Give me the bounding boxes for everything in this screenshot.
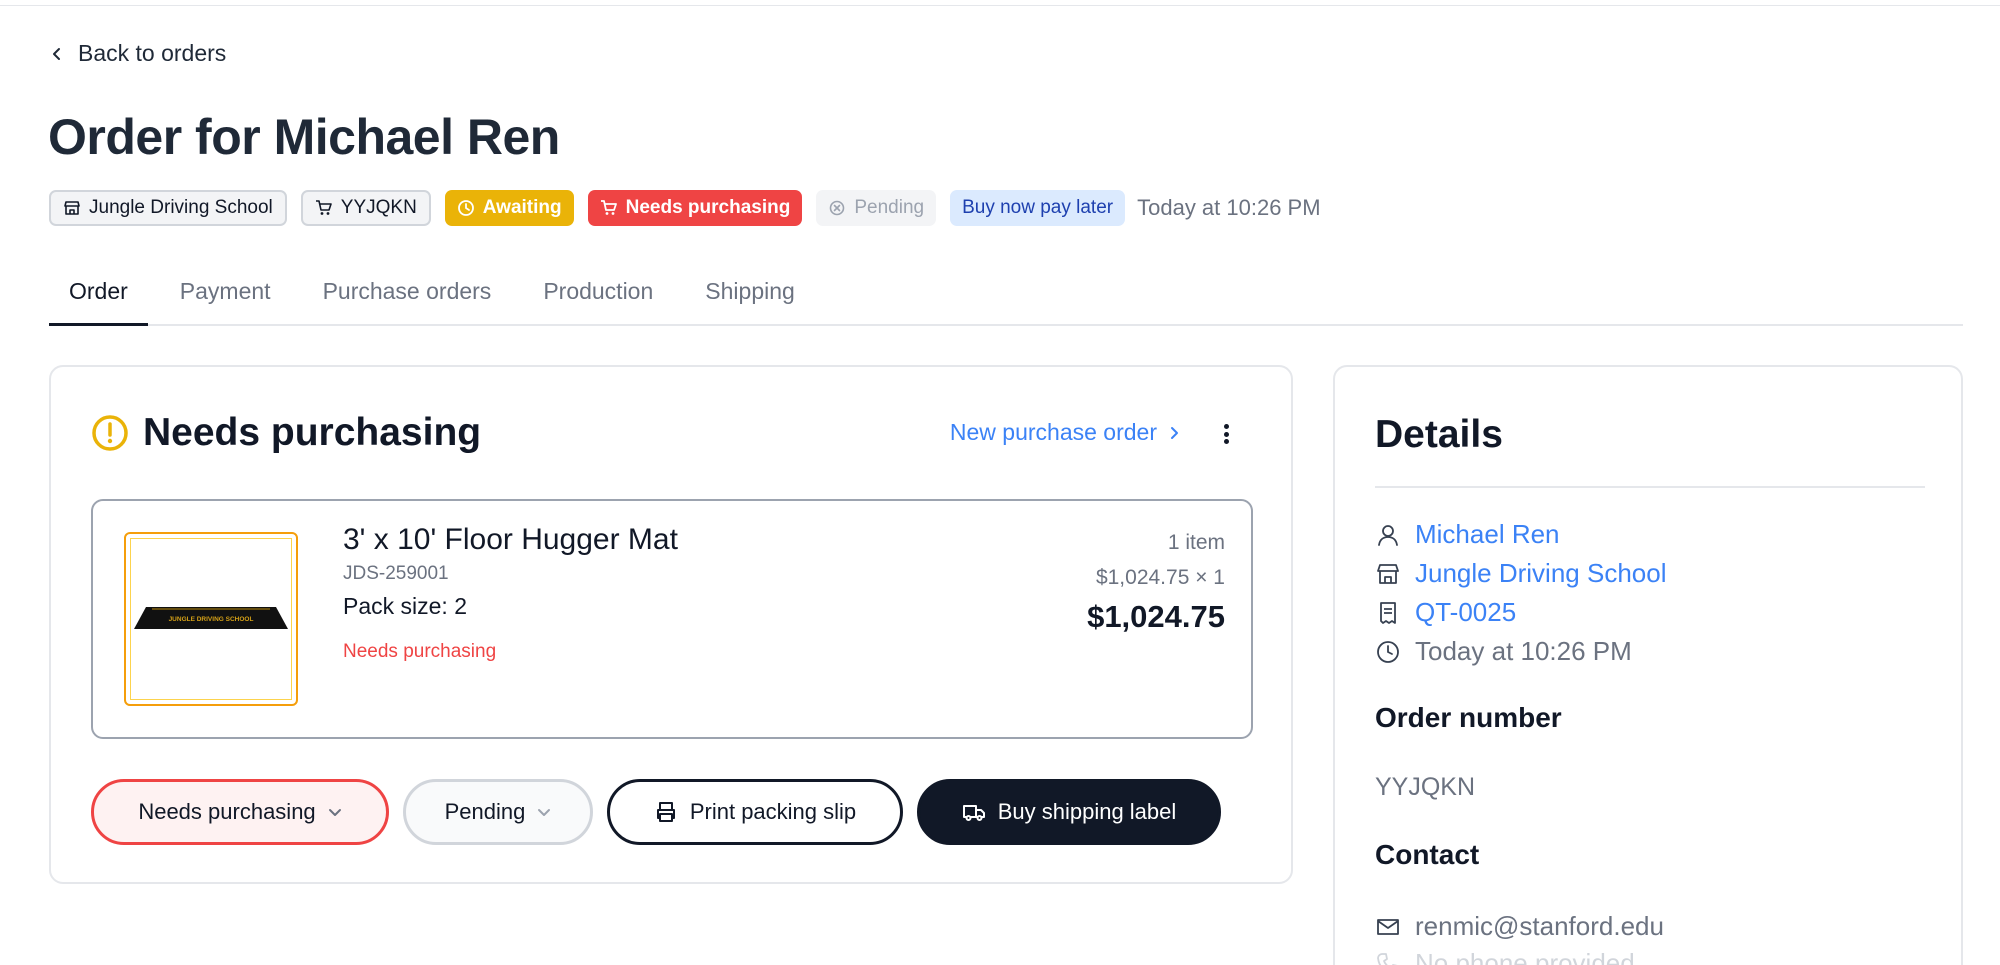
store-icon <box>1377 563 1399 584</box>
page-title: Order for Michael Ren <box>48 109 560 165</box>
buy-shipping-label-button[interactable]: Buy shipping label <box>917 779 1221 845</box>
awaiting-badge: Awaiting <box>444 190 574 226</box>
pending-badge: Pending <box>816 190 937 226</box>
print-packing-slip-button[interactable]: Print packing slip <box>607 779 903 845</box>
quote-link[interactable]: QT-0025 <box>1415 597 1516 628</box>
purchasing-status-dropdown[interactable]: Needs purchasing <box>91 779 389 845</box>
details-panel: Details Michael Ren Jungle Driving Schoo… <box>1333 365 1963 965</box>
school-badge-label: Jungle Driving School <box>89 197 273 218</box>
tab-production[interactable]: Production <box>523 270 673 326</box>
pending-status-label: Pending <box>444 799 526 824</box>
item-status: Needs purchasing <box>343 641 497 662</box>
card-header: Needs purchasing <box>91 411 481 455</box>
receipt-icon <box>1380 601 1396 624</box>
buy-shipping-label-text: Buy shipping label <box>997 799 1177 824</box>
contact-email: renmic@stanford.edu <box>1415 911 1664 941</box>
order-code-badge[interactable]: YYJQKN <box>300 190 431 226</box>
chevron-down-icon <box>538 809 551 816</box>
created-time: Today at 10:26 PM <box>1415 636 1632 666</box>
card-actions: Needs purchasing Pending Print packing s… <box>91 779 1221 845</box>
needs-purchasing-badge: Needs purchasing <box>587 190 803 226</box>
order-number-value: YYJQKN <box>1375 773 1476 801</box>
pending-label: Pending <box>854 197 925 218</box>
more-options-icon[interactable] <box>1216 421 1236 447</box>
tab-order[interactable]: Order <box>49 270 148 326</box>
card-title: Needs purchasing <box>143 411 482 454</box>
purchasing-status-label: Needs purchasing <box>138 799 316 824</box>
tab-purchase-orders[interactable]: Purchase orders <box>303 270 512 326</box>
order-timestamp: Today at 10:26 PM <box>1137 195 1321 220</box>
order-tabs: Order Payment Purchase orders Production… <box>49 270 1963 326</box>
phone-row: No phone provided <box>1375 948 1635 965</box>
line-total: $1,024.75 <box>1087 599 1225 634</box>
pack-size: Pack size: 2 <box>343 593 467 619</box>
top-divider <box>0 5 2000 6</box>
payment-method-badge: Buy now pay later <box>950 190 1126 226</box>
phone-icon <box>1377 952 1399 965</box>
chevron-right-icon <box>1171 426 1178 439</box>
cancel-circle-icon <box>830 200 845 216</box>
contact-heading: Contact <box>1375 839 1480 870</box>
product-sku: JDS-259001 <box>343 563 449 584</box>
details-divider <box>1375 486 1925 488</box>
order-code-label: YYJQKN <box>340 197 417 218</box>
contact-phone: No phone provided <box>1415 948 1635 965</box>
order-badges: Jungle Driving School YYJQKN Awaiting Ne… <box>49 190 1321 226</box>
clock-icon <box>1377 640 1399 663</box>
details-title: Details <box>1375 413 1503 456</box>
user-icon <box>1378 524 1398 546</box>
customer-link[interactable]: Michael Ren <box>1415 519 1560 550</box>
chevron-down-icon <box>328 809 341 816</box>
clock-icon <box>457 200 474 216</box>
awaiting-label: Awaiting <box>482 197 562 218</box>
needs-purchasing-card: Needs purchasing New purchase order JUNG… <box>49 365 1293 884</box>
svg-text:JUNGLE DRIVING SCHOOL: JUNGLE DRIVING SCHOOL <box>169 616 254 623</box>
store-icon <box>64 201 80 215</box>
print-packing-slip-label: Print packing slip <box>689 799 857 824</box>
cart-icon <box>600 200 617 215</box>
item-count: 1 item <box>1167 531 1225 554</box>
chevron-left-icon <box>53 47 60 60</box>
email-row: renmic@stanford.edu <box>1375 911 1664 942</box>
new-purchase-order-label: New purchase order <box>949 419 1157 445</box>
payment-method-label: Buy now pay later <box>962 197 1114 218</box>
printer-icon <box>656 802 675 822</box>
mail-icon <box>1377 918 1399 935</box>
customer-row: Michael Ren <box>1375 519 1560 550</box>
unit-price: $1,024.75 × 1 <box>1095 566 1225 589</box>
quote-row: QT-0025 <box>1375 597 1516 628</box>
product-name: 3' x 10' Floor Hugger Mat <box>343 523 678 556</box>
product-thumbnail: JUNGLE DRIVING SCHOOL <box>124 532 298 706</box>
truck-icon <box>962 805 985 821</box>
back-label: Back to orders <box>78 40 227 66</box>
cart-icon <box>315 200 332 215</box>
school-link[interactable]: Jungle Driving School <box>1415 558 1666 589</box>
line-item[interactable]: JUNGLE DRIVING SCHOOL 3' x 10' Floor Hug… <box>91 499 1253 739</box>
time-row: Today at 10:26 PM <box>1375 636 1632 667</box>
back-to-orders-link[interactable]: Back to orders <box>50 40 226 67</box>
floor-mat-image: JUNGLE DRIVING SCHOOL <box>134 607 288 629</box>
school-row: Jungle Driving School <box>1375 558 1666 589</box>
tab-shipping[interactable]: Shipping <box>685 270 815 326</box>
tab-payment[interactable]: Payment <box>160 270 291 326</box>
alert-circle-icon <box>92 415 128 451</box>
pending-status-dropdown[interactable]: Pending <box>403 779 593 845</box>
school-badge[interactable]: Jungle Driving School <box>49 190 287 226</box>
order-number-heading: Order number <box>1375 702 1562 733</box>
needs-purchasing-label: Needs purchasing <box>625 197 791 218</box>
new-purchase-order-link[interactable]: New purchase order <box>950 419 1181 446</box>
